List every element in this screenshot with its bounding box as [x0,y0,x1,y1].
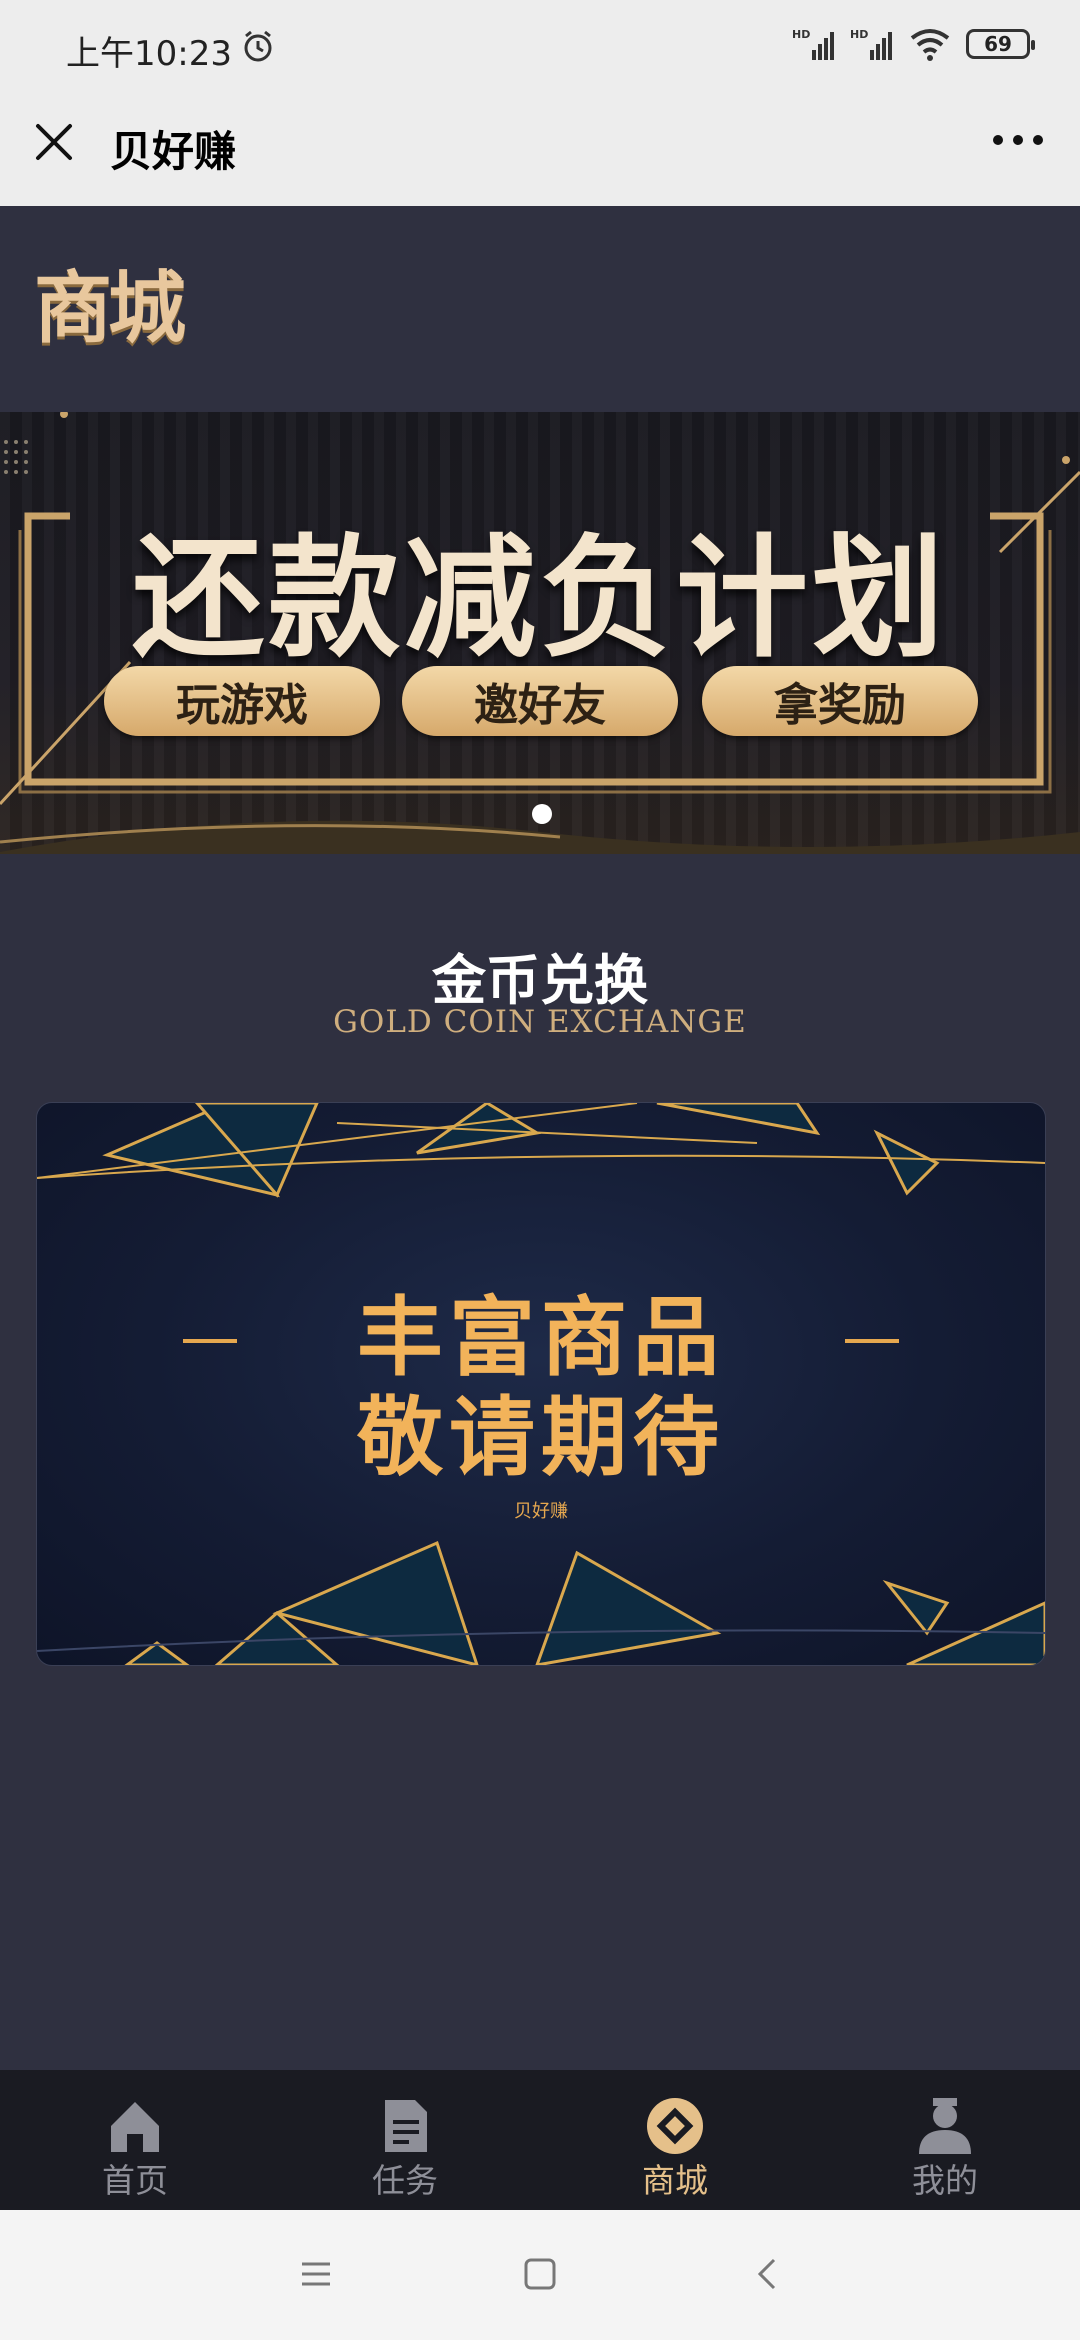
document-icon [385,2100,427,2152]
menu-icon[interactable] [296,2254,336,2294]
status-bar: 上午10:23 HD HD 69 [0,0,1080,100]
card-headline-2: 敬请期待 [357,1388,725,1488]
nav-label-home: 首页 [102,2161,168,2200]
section-subtitle: GOLD COIN EXCHANGE [333,1004,747,1040]
signal-icon: HD [792,28,834,60]
banner-title: 还款减负计划 [132,522,948,676]
wifi-icon [910,29,950,61]
more-icon[interactable] [990,128,1046,152]
promo-banner[interactable]: 还款减负计划 玩游戏 邀好友 拿奖励 [0,412,1080,854]
nav-item-tasks[interactable]: 任务 [270,2070,540,2210]
status-time: 上午10:23 [66,34,232,74]
nav-label-tasks: 任务 [372,2161,438,2200]
signal-label: HD [792,28,810,41]
battery-level: 69 [984,32,1012,56]
coming-soon-card[interactable]: 丰富商品 敬请期待 贝好赚 [36,1102,1046,1666]
banner-pill-play-game: 玩游戏 [104,666,380,736]
alarm-icon [244,30,272,62]
mall-icon [647,2098,703,2154]
back-icon[interactable] [748,2254,788,2294]
page-title: 贝好赚 [110,127,237,176]
banner-pill-invite-friends: 邀好友 [402,666,678,736]
status-indicators: HD HD 69 [792,26,1035,62]
nav-label-mall: 商城 [642,2161,708,2200]
banner-pill-get-reward: 拿奖励 [702,666,978,736]
mall-logo: 商城 [34,264,186,354]
system-nav-bar [0,2210,1080,2340]
bottom-nav: 首页 任务 商城 我的 [0,2070,1080,2210]
nav-label-me: 我的 [912,2161,978,2200]
nav-item-me[interactable]: 我的 [810,2070,1080,2210]
nav-item-home[interactable]: 首页 [0,2070,270,2210]
home-square-icon[interactable] [520,2254,560,2294]
signal-label-2: HD [850,28,868,41]
nav-item-mall[interactable]: 商城 [540,2070,810,2210]
user-icon [919,2098,971,2154]
signal-icon-2: HD [850,28,892,60]
close-icon[interactable] [30,118,78,166]
card-brand: 贝好赚 [514,1501,568,1522]
home-icon [111,2102,159,2152]
battery-indicator: 69 [966,29,1035,59]
carousel-indicator-dot[interactable] [532,804,552,824]
